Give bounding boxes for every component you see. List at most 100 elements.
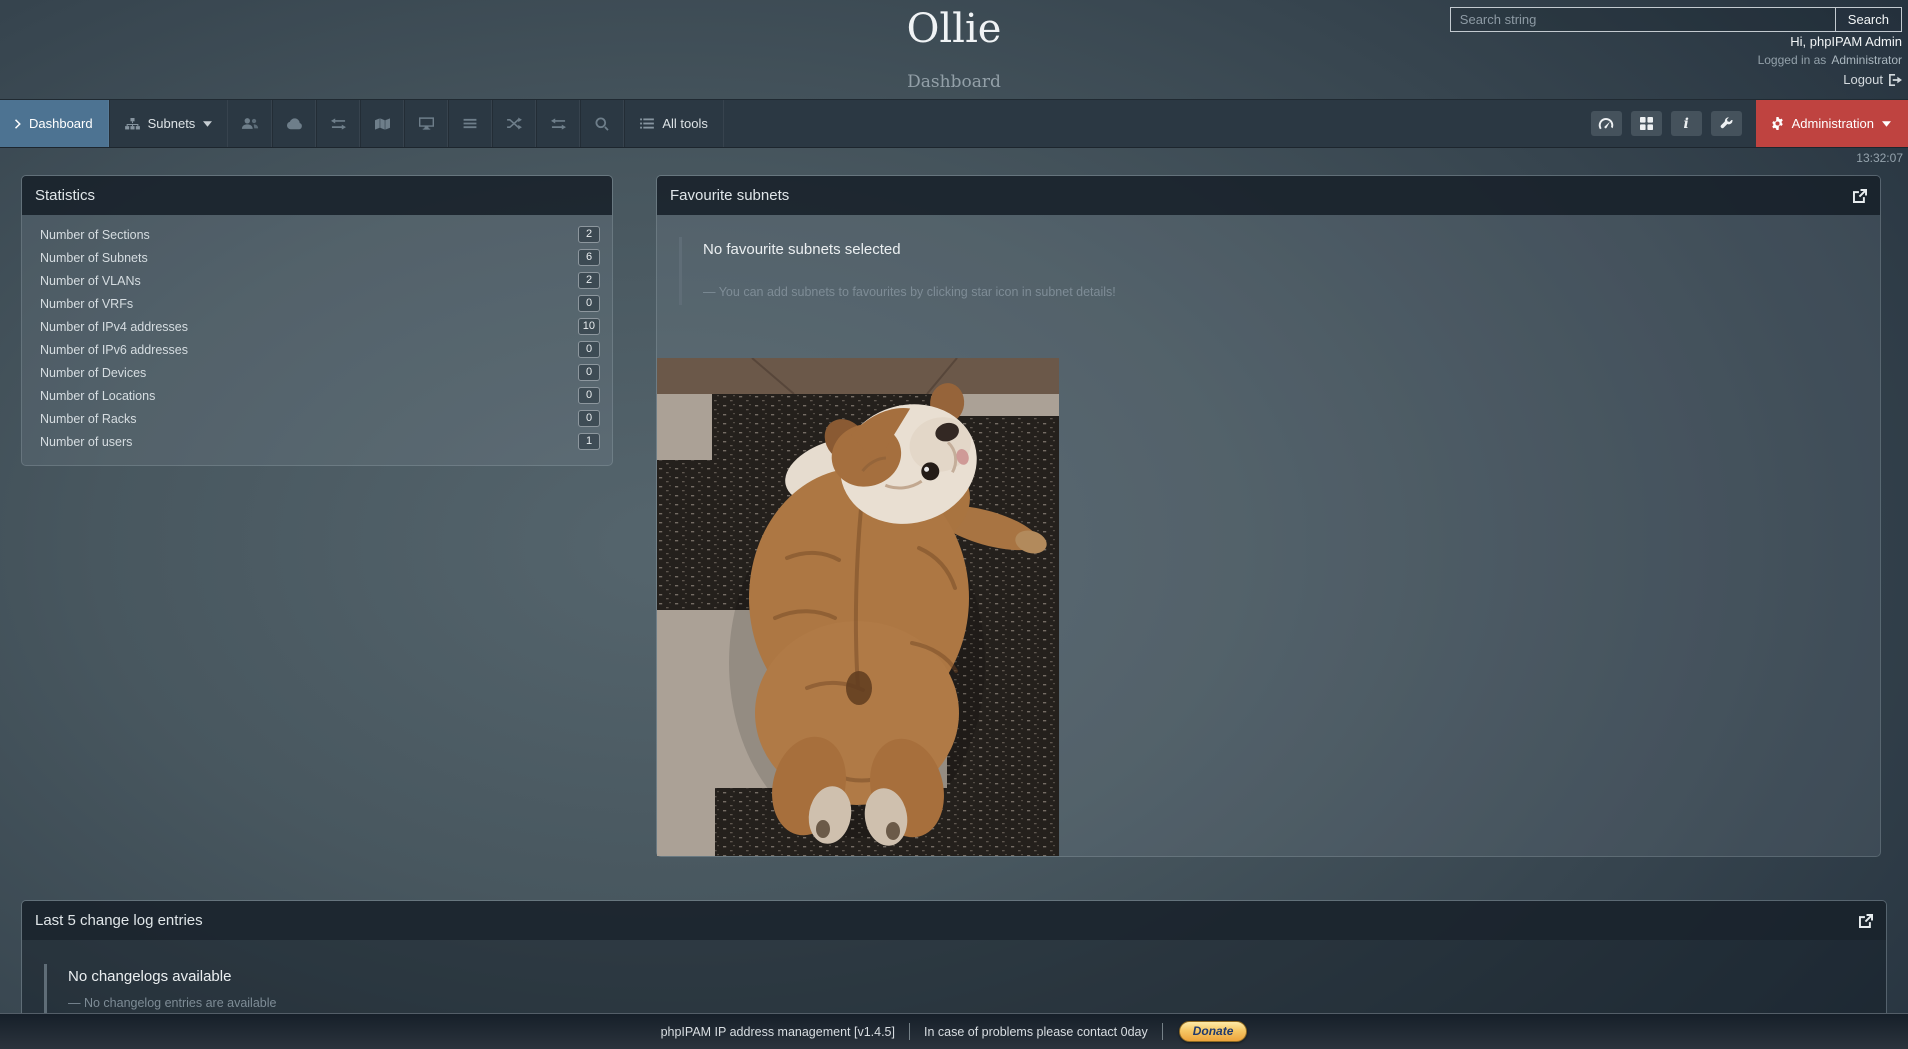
role-link[interactable]: Administrator — [1831, 53, 1902, 67]
statistics-title: Statistics — [35, 187, 95, 204]
user-greeting: Hi, phpIPAM Admin — [1758, 32, 1902, 51]
changelog-panel: Last 5 change log entries No changelogs … — [21, 900, 1887, 1031]
map-nav-item[interactable] — [360, 100, 404, 147]
administration-button[interactable]: Administration — [1756, 100, 1908, 147]
open-changelog-link[interactable] — [1859, 914, 1873, 928]
chevron-down-icon — [203, 121, 212, 127]
open-favourites-link[interactable] — [1853, 189, 1867, 203]
external-link-icon — [1859, 914, 1873, 928]
statistics-rows: Number of Sections2Number of Subnets6Num… — [22, 215, 612, 465]
exchange-nav-item[interactable] — [316, 100, 360, 147]
footer-version-text: phpIPAM IP address management [v1.4.5] — [661, 1025, 895, 1039]
breadcrumb: Dashboard — [907, 72, 1001, 92]
cloud-nav-item[interactable] — [272, 100, 316, 147]
shuffle-nav-item[interactable] — [492, 100, 536, 147]
gear-icon — [1771, 117, 1784, 130]
stat-label: Number of IPv4 addresses — [40, 320, 188, 334]
changelog-panel-header: Last 5 change log entries — [22, 901, 1886, 940]
page-header: Ollie Dashboard Search Hi, phpIPAM Admin… — [0, 0, 1908, 99]
dog-photo — [657, 358, 1059, 856]
chevron-right-icon — [15, 119, 21, 129]
clock: 13:32:07 — [1856, 151, 1903, 165]
swap-icon — [551, 118, 566, 130]
logged-in-line: Logged in as Administrator — [1758, 51, 1902, 70]
list-icon — [640, 118, 654, 129]
footer-separator — [909, 1023, 910, 1040]
statistics-panel: Statistics Number of Sections2Number of … — [21, 175, 613, 466]
favourites-empty-quote: No favourite subnets selected — You can … — [679, 237, 1860, 305]
grid-icon — [1640, 117, 1653, 130]
tab-subnets[interactable]: Subnets — [109, 100, 229, 147]
search-nav-item[interactable] — [580, 100, 624, 147]
cloud-icon — [286, 118, 303, 130]
stat-value-badge: 0 — [578, 364, 600, 381]
footer-bar: phpIPAM IP address management [v1.4.5] I… — [0, 1013, 1908, 1049]
site-title: Ollie — [907, 6, 1002, 52]
stat-value-badge: 2 — [578, 226, 600, 243]
stat-label: Number of VLANs — [40, 274, 141, 288]
exchange-icon — [331, 118, 346, 130]
favourites-note: — You can add subnets to favourites by c… — [703, 285, 1860, 299]
stat-row: Number of Devices 0 — [32, 361, 600, 384]
desktop-nav-item[interactable] — [404, 100, 448, 147]
stat-row: Number of Subnets 6 — [32, 246, 600, 269]
user-box: Hi, phpIPAM Admin Logged in as Administra… — [1758, 32, 1902, 89]
stat-label: Number of Sections — [40, 228, 150, 242]
search-button[interactable]: Search — [1835, 7, 1902, 32]
users-nav-item[interactable] — [228, 100, 272, 147]
favourite-subnets-body: No favourite subnets selected — You can … — [657, 215, 1880, 856]
stat-label: Number of VRFs — [40, 297, 133, 311]
tools-wrench-button[interactable] — [1711, 111, 1742, 136]
external-link-icon — [1853, 189, 1867, 203]
main-nav: Dashboard Subnets All tools i — [0, 99, 1908, 148]
menu-lines-nav-item[interactable] — [448, 100, 492, 147]
stat-value-badge: 6 — [578, 249, 600, 266]
stat-label: Number of IPv6 addresses — [40, 343, 188, 357]
stat-row: Number of Locations 0 — [32, 384, 600, 407]
changelog-empty-quote: No changelogs available — No changelog e… — [44, 964, 1866, 1016]
widgets-grid-button[interactable] — [1631, 111, 1662, 136]
sign-out-icon — [1889, 73, 1902, 86]
stat-value-badge: 0 — [578, 410, 600, 427]
administration-label: Administration — [1792, 116, 1874, 131]
changelog-note: — No changelog entries are available — [68, 996, 1866, 1010]
stat-value-badge: 10 — [578, 318, 600, 335]
stat-row: Number of Sections 2 — [32, 223, 600, 246]
stat-label: Number of Racks — [40, 412, 137, 426]
favourites-message: No favourite subnets selected — [703, 241, 1860, 258]
changelog-title: Last 5 change log entries — [35, 912, 203, 929]
swap-nav-item[interactable] — [536, 100, 580, 147]
info-button[interactable]: i — [1671, 111, 1702, 136]
tab-dashboard[interactable]: Dashboard — [0, 100, 109, 147]
favourite-subnets-header: Favourite subnets — [657, 176, 1880, 215]
dashboard-gauge-button[interactable] — [1591, 111, 1622, 136]
favourite-subnets-title: Favourite subnets — [670, 187, 789, 204]
nav-right-group: i Administration — [1581, 100, 1908, 147]
stat-row: Number of IPv4 addresses 10 — [32, 315, 600, 338]
logged-in-prefix: Logged in as — [1758, 53, 1827, 67]
logout-link[interactable]: Logout — [1843, 70, 1902, 89]
stat-label: Number of Subnets — [40, 251, 148, 265]
tab-all-tools[interactable]: All tools — [624, 100, 724, 147]
donate-button[interactable]: Donate — [1179, 1021, 1248, 1042]
map-icon — [375, 118, 390, 130]
stat-label: Number of Locations — [40, 389, 155, 403]
nav-icon-group — [228, 100, 624, 147]
footer-separator — [1162, 1023, 1163, 1040]
stat-value-badge: 1 — [578, 433, 600, 450]
stat-label: Number of users — [40, 435, 132, 449]
logout-label: Logout — [1843, 70, 1883, 89]
search-bar: Search — [1450, 7, 1902, 32]
stat-value-badge: 0 — [578, 387, 600, 404]
favourite-subnets-panel: Favourite subnets No favourite subnets s… — [656, 175, 1881, 857]
search-icon — [595, 117, 609, 131]
stat-label: Number of Devices — [40, 366, 146, 380]
footer-contact-text: In case of problems please contact 0day — [924, 1025, 1148, 1039]
stat-row: Number of users 1 — [32, 430, 600, 453]
search-input[interactable] — [1450, 7, 1835, 32]
sitemap-icon — [125, 118, 140, 130]
stat-value-badge: 0 — [578, 341, 600, 358]
stat-value-badge: 2 — [578, 272, 600, 289]
menu-lines-icon — [463, 118, 477, 129]
tab-dashboard-label: Dashboard — [29, 116, 93, 131]
